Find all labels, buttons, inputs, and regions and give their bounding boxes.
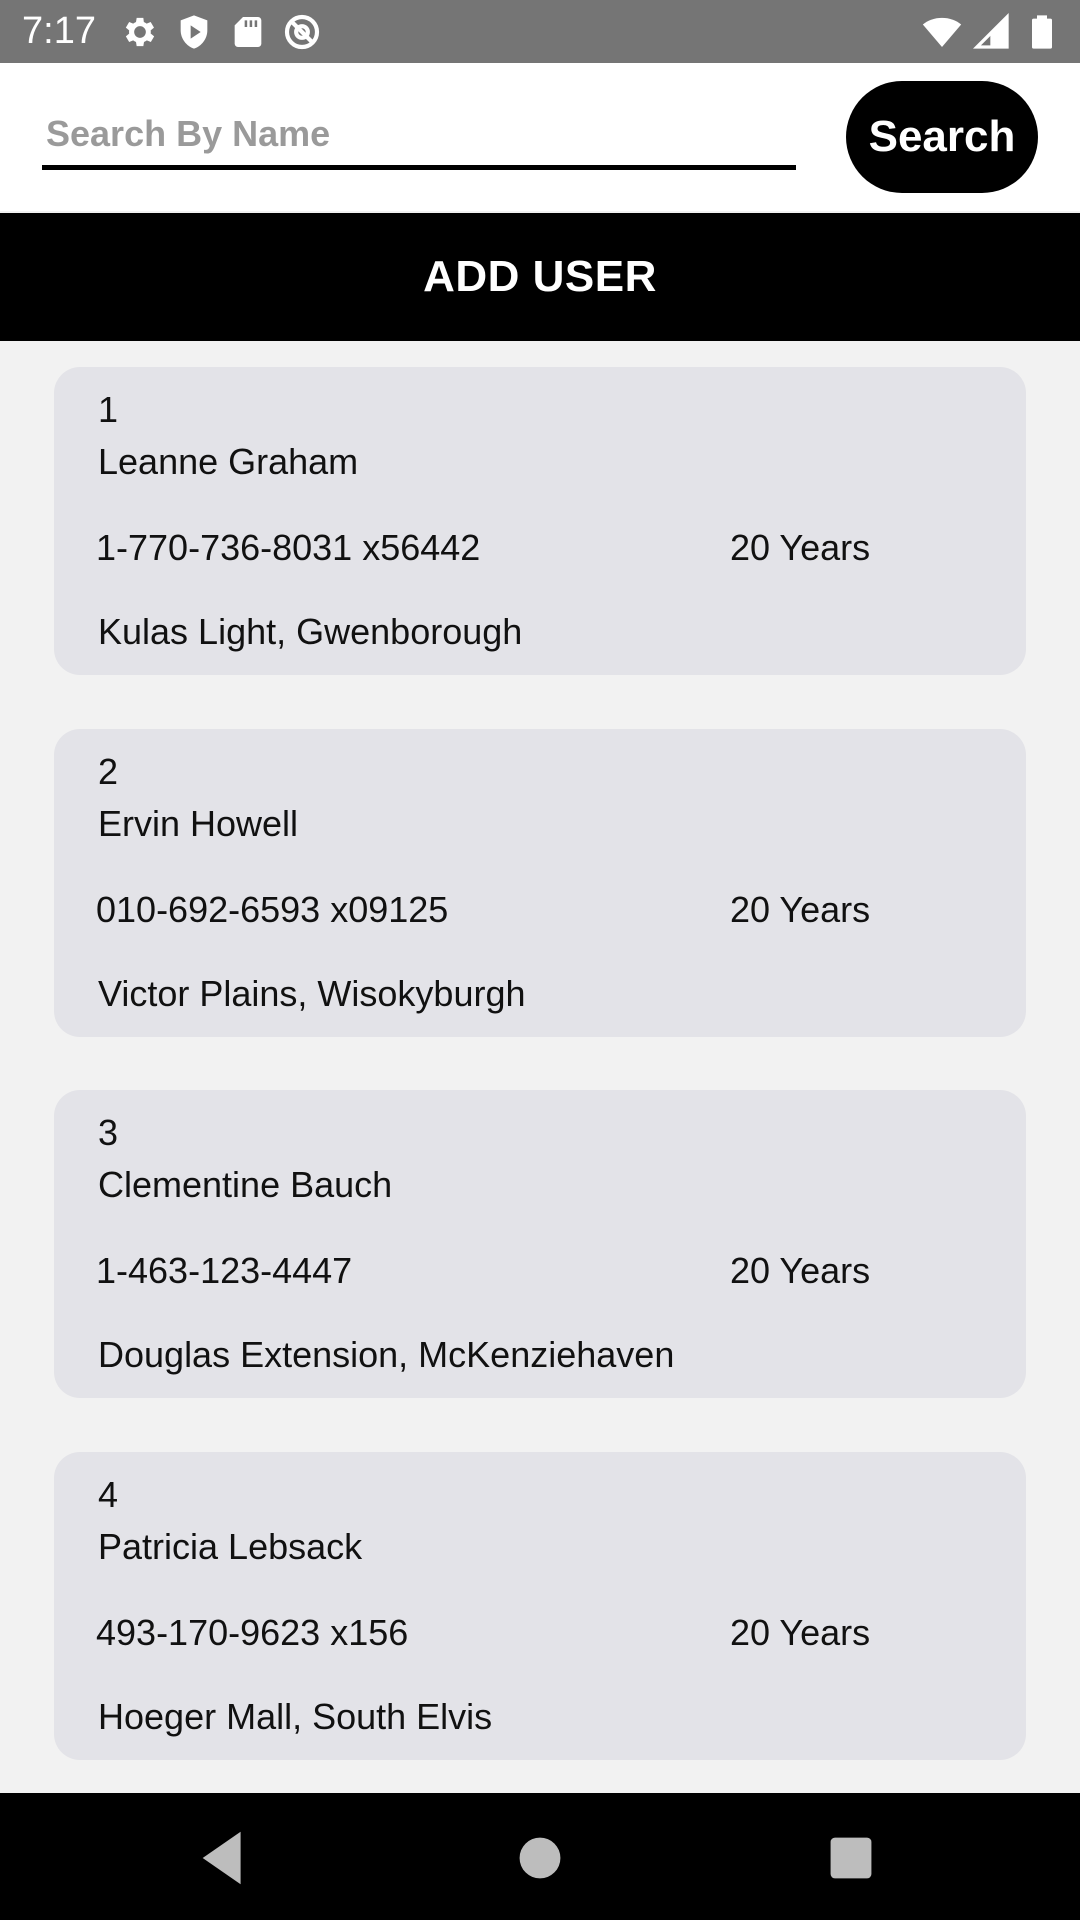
user-phone: 493-170-9623 x156: [96, 1612, 409, 1653]
navigation-bar: [0, 1793, 1080, 1920]
status-time: 7:17: [22, 10, 96, 52]
search-input[interactable]: [42, 103, 796, 170]
user-id: 2: [98, 751, 119, 792]
user-list: 1 Leanne Graham 1-770-736-8031 x56442 20…: [0, 341, 1080, 1793]
user-age: 20 Years: [730, 527, 871, 568]
user-address: Kulas Light, Gwenborough: [98, 611, 523, 652]
signal-icon: [972, 12, 1009, 49]
user-name: Clementine Bauch: [98, 1164, 393, 1205]
search-button[interactable]: Search: [846, 81, 1038, 193]
user-address: Douglas Extension, McKenziehaven: [98, 1334, 675, 1375]
user-age: 20 Years: [730, 889, 871, 930]
user-age: 20 Years: [730, 1250, 871, 1291]
user-id: 4: [98, 1474, 119, 1515]
user-name: Patricia Lebsack: [98, 1526, 363, 1567]
user-address: Victor Plains, Wisokyburgh: [98, 973, 526, 1014]
user-phone: 010-692-6593 x09125: [96, 889, 449, 930]
home-icon[interactable]: [505, 1823, 575, 1893]
user-card[interactable]: 1 Leanne Graham 1-770-736-8031 x56442 20…: [54, 367, 1026, 675]
user-address: Hoeger Mall, South Elvis: [98, 1696, 493, 1737]
user-name: Leanne Graham: [98, 441, 359, 482]
status-icons-left: [120, 12, 322, 52]
shield-icon: [180, 15, 208, 49]
user-id: 1: [98, 389, 119, 430]
user-phone: 1-463-123-4447: [96, 1250, 353, 1291]
back-icon[interactable]: [191, 1823, 261, 1893]
add-user-button[interactable]: ADD USER: [0, 213, 1080, 341]
status-icons-right: [922, 12, 1062, 52]
user-card[interactable]: 3 Clementine Bauch 1-463-123-4447 20 Yea…: [54, 1090, 1026, 1398]
user-age: 20 Years: [730, 1612, 871, 1653]
settings-icon: [125, 17, 155, 47]
wifi-icon: [922, 17, 962, 47]
at-sign-icon: [284, 14, 320, 50]
user-card[interactable]: 4 Patricia Lebsack 493-170-9623 x156 20 …: [54, 1452, 1026, 1760]
recents-icon[interactable]: [816, 1823, 886, 1893]
status-bar: 7:17: [0, 0, 1080, 63]
sd-card-icon: [234, 17, 262, 47]
user-card[interactable]: 2 Ervin Howell 010-692-6593 x09125 20 Ye…: [54, 729, 1026, 1037]
user-phone: 1-770-736-8031 x56442: [96, 527, 481, 568]
user-name: Ervin Howell: [98, 803, 299, 844]
battery-icon: [1032, 15, 1052, 49]
search-area: Search: [0, 63, 1080, 211]
user-id: 3: [98, 1112, 119, 1153]
